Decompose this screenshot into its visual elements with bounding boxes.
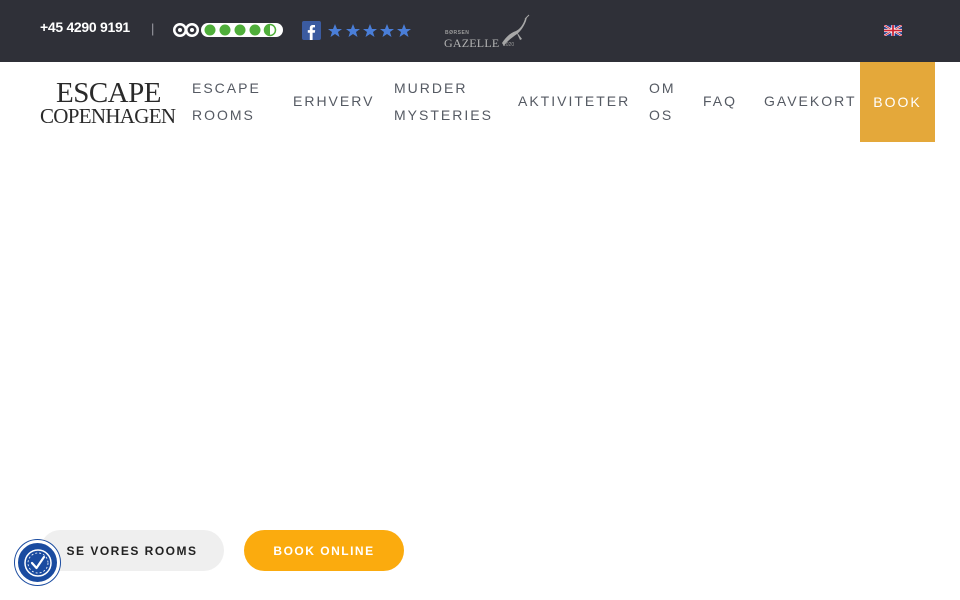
nav-escape-rooms-label-1: ESCAPE bbox=[192, 80, 261, 96]
gazelle-title: GAZELLE bbox=[444, 36, 500, 50]
see-rooms-button[interactable]: SE VORES ROOMS bbox=[40, 530, 224, 571]
nav-om-os-label-1: OM bbox=[649, 80, 676, 96]
nav-faq-label: FAQ bbox=[703, 93, 738, 109]
separator: | bbox=[151, 21, 155, 36]
nav-erhverv-label: ERHVERV bbox=[293, 93, 375, 109]
nav-murder-mysteries-label-2: MYSTERIES bbox=[394, 107, 493, 123]
facebook-rating-icon[interactable] bbox=[302, 21, 414, 41]
phone-link[interactable]: +45 4290 9191 bbox=[40, 19, 130, 35]
top-bar: +45 4290 9191 | BØRSEN GAZELLE 2020 bbox=[0, 0, 960, 62]
logo-line-2: COPENHAGEN bbox=[40, 104, 176, 128]
nav-om-os-label-2: OS bbox=[649, 107, 674, 123]
nav-murder-mysteries[interactable]: MURDER MYSTERIES bbox=[394, 75, 493, 129]
nav-aktiviteter-label: AKTIVITETER bbox=[518, 93, 631, 109]
nav-book-button[interactable]: BOOK bbox=[860, 62, 935, 142]
nav-murder-mysteries-label-1: MURDER bbox=[394, 80, 468, 96]
nav-escape-rooms-label-2: ROOMS bbox=[192, 107, 255, 123]
nav-erhverv[interactable]: ERHVERV bbox=[293, 88, 374, 115]
nav-escape-rooms[interactable]: ESCAPE ROOMS bbox=[192, 75, 261, 129]
nav-om-os[interactable]: OM OS bbox=[649, 75, 676, 129]
accessibility-button[interactable] bbox=[15, 540, 60, 585]
tripadvisor-rating-icon[interactable] bbox=[172, 21, 284, 39]
uk-flag-icon[interactable] bbox=[884, 25, 902, 36]
main-navigation: ESCAPE COPENHAGEN ESCAPE ROOMS ERHVERV M… bbox=[0, 62, 960, 142]
gazelle-year: 2020 bbox=[503, 42, 515, 48]
nav-aktiviteter[interactable]: AKTIVITETER bbox=[518, 88, 630, 115]
gazelle-award-logo: BØRSEN GAZELLE 2020 bbox=[444, 13, 534, 50]
nav-gavekort-label: GAVEKORT bbox=[764, 93, 857, 109]
nav-faq[interactable]: FAQ bbox=[703, 88, 737, 115]
book-online-button[interactable]: BOOK ONLINE bbox=[244, 530, 404, 571]
nav-gavekort[interactable]: GAVEKORT bbox=[764, 88, 857, 115]
escape-copenhagen-logo[interactable]: ESCAPE COPENHAGEN bbox=[40, 78, 178, 128]
accessibility-icon bbox=[24, 549, 52, 577]
